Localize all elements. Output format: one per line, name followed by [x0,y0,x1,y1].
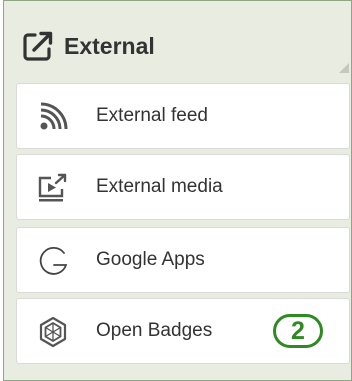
external-block: External External feed External media Go… [3,0,352,381]
block-title: External [64,32,155,59]
google-g-icon [37,245,69,277]
open-badges-icon [37,316,69,348]
external-link-icon [22,30,54,62]
menu-item-external-feed[interactable]: External feed [16,83,350,149]
block-header[interactable]: External [22,26,155,66]
callout-number-badge: 2 [273,314,323,348]
menu-item-label: External media [96,176,223,197]
menu-item-label: Open Badges [96,320,213,341]
collapse-corner-icon [339,63,349,73]
menu-item-label: External feed [96,105,208,126]
rss-feed-icon [37,101,69,133]
menu-item-external-media[interactable]: External media [16,154,350,220]
external-media-icon [37,172,69,204]
menu-item-google-apps[interactable]: Google Apps [16,227,350,293]
menu-item-label: Google Apps [96,249,205,270]
menu-item-open-badges[interactable]: Open Badges 2 [16,298,350,364]
